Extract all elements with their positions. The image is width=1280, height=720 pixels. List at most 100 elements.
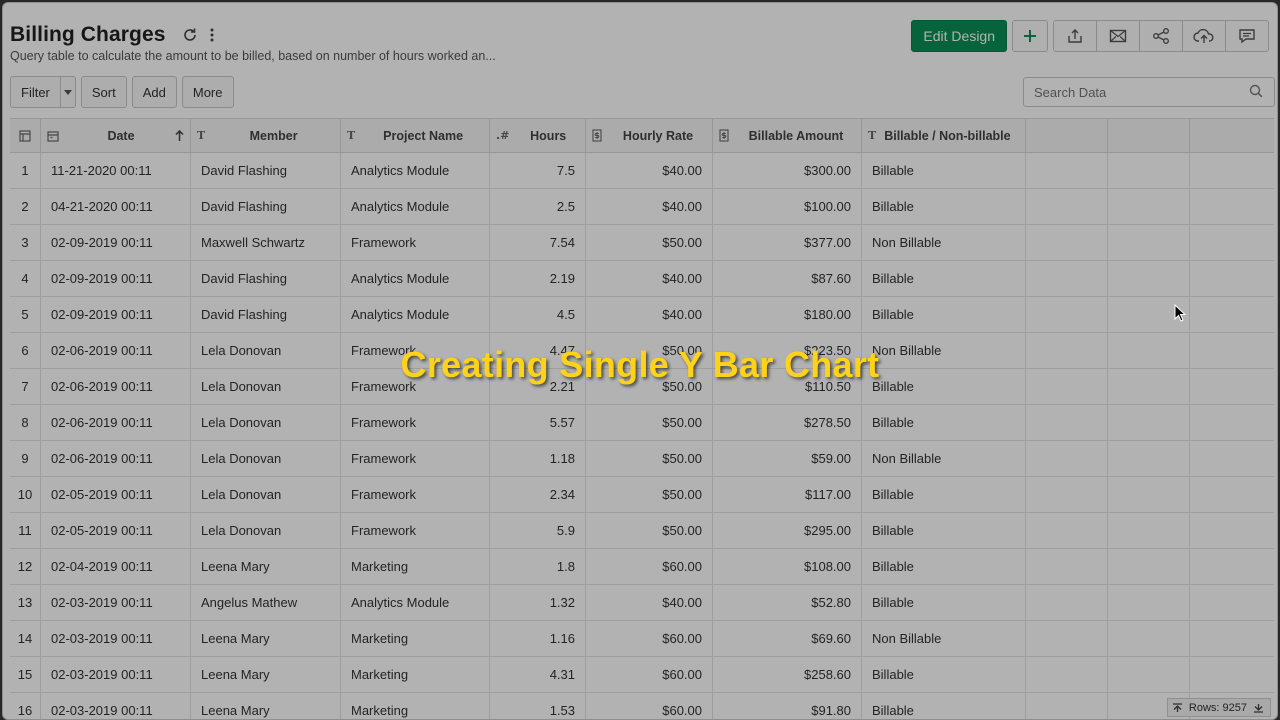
export-icon[interactable] (1053, 20, 1097, 52)
cell-billable-amount[interactable]: $69.60 (713, 621, 862, 656)
cloud-upload-icon[interactable] (1182, 20, 1226, 52)
cell-project-name[interactable]: Marketing (341, 657, 490, 692)
sort-button[interactable]: Sort (80, 76, 127, 108)
cell-hours[interactable]: 2.19 (490, 261, 586, 296)
cell-hours[interactable]: 1.18 (490, 441, 586, 476)
table-row[interactable]: 12 02-04-2019 00:11 Leena Mary Marketing 1.8… (10, 549, 1274, 585)
table-row[interactable]: 11 02-05-2019 00:11 Lela Donovan Framework 5… (10, 513, 1274, 549)
cell-hours[interactable]: 7.54 (490, 225, 586, 260)
cell-member[interactable]: David Flashing (191, 297, 341, 332)
table-row[interactable]: 3 02-09-2019 00:11 Maxwell Schwartz Framewo… (10, 225, 1274, 261)
cell-hours[interactable]: 1.8 (490, 549, 586, 584)
table-row[interactable]: 4 02-09-2019 00:11 David Flashing Analytics… (10, 261, 1274, 297)
cell-billable-status[interactable]: Non Billable (862, 441, 1026, 476)
column-header-billable-amount[interactable]: Billable Amount (713, 119, 862, 152)
sort-ascending-icon[interactable] (175, 129, 184, 142)
cell-member[interactable]: Leena Mary (191, 693, 341, 719)
cell-member[interactable]: David Flashing (191, 189, 341, 224)
cell-billable-amount[interactable]: $117.00 (713, 477, 862, 512)
cell-member[interactable]: Lela Donovan (191, 441, 341, 476)
refresh-icon[interactable] (180, 25, 200, 45)
cell-billable-amount[interactable]: $87.60 (713, 261, 862, 296)
cell-project-name[interactable]: Marketing (341, 621, 490, 656)
table-row[interactable]: 5 02-09-2019 00:11 David Flashing Analytics… (10, 297, 1274, 333)
row-number[interactable]: 8 (10, 405, 41, 440)
row-number[interactable]: 5 (10, 297, 41, 332)
cell-hourly-rate[interactable]: $60.00 (586, 621, 713, 656)
row-number[interactable]: 2 (10, 189, 41, 224)
cell-project-name[interactable]: Analytics Module (341, 189, 490, 224)
column-header-project-name[interactable]: T Project Name (341, 119, 490, 152)
row-number[interactable]: 11 (10, 513, 41, 548)
cell-billable-status[interactable]: Billable (862, 477, 1026, 512)
cell-date[interactable]: 02-03-2019 00:11 (41, 585, 191, 620)
cell-date[interactable]: 02-04-2019 00:11 (41, 549, 191, 584)
cell-billable-amount[interactable]: $278.50 (713, 405, 862, 440)
edit-design-button[interactable]: Edit Design (911, 20, 1007, 52)
cell-hours[interactable]: 4.5 (490, 297, 586, 332)
cell-hourly-rate[interactable]: $40.00 (586, 153, 713, 188)
cell-hourly-rate[interactable]: $50.00 (586, 477, 713, 512)
row-number[interactable]: 1 (10, 153, 41, 188)
cell-member[interactable]: Angelus Mathew (191, 585, 341, 620)
row-number[interactable]: 14 (10, 621, 41, 656)
email-icon[interactable] (1096, 20, 1140, 52)
cell-date[interactable]: 02-05-2019 00:11 (41, 477, 191, 512)
row-number[interactable]: 15 (10, 657, 41, 692)
cell-hours[interactable]: 2.5 (490, 189, 586, 224)
cell-date[interactable]: 02-05-2019 00:11 (41, 513, 191, 548)
column-header-member[interactable]: T Member (191, 119, 341, 152)
cell-project-name[interactable]: Analytics Module (341, 153, 490, 188)
cell-hours[interactable]: 2.34 (490, 477, 586, 512)
table-row[interactable]: 1 11-21-2020 00:11 David Flashing Analytics… (10, 153, 1274, 189)
cell-billable-amount[interactable]: $100.00 (713, 189, 862, 224)
cell-project-name[interactable]: Marketing (341, 549, 490, 584)
cell-hours[interactable]: 1.53 (490, 693, 586, 719)
cell-hourly-rate[interactable]: $50.00 (586, 513, 713, 548)
column-header-date[interactable]: Date (41, 119, 191, 152)
cell-project-name[interactable]: Analytics Module (341, 585, 490, 620)
column-header-billable-non-billable[interactable]: T Billable / Non-billable (862, 119, 1026, 152)
cell-hourly-rate[interactable]: $40.00 (586, 189, 713, 224)
cell-billable-amount[interactable]: $52.80 (713, 585, 862, 620)
cell-billable-status[interactable]: Billable (862, 153, 1026, 188)
cell-billable-status[interactable]: Billable (862, 657, 1026, 692)
cell-billable-amount[interactable]: $258.60 (713, 657, 862, 692)
cell-billable-amount[interactable]: $300.00 (713, 153, 862, 188)
table-row[interactable]: 13 02-03-2019 00:11 Angelus Mathew Analytic… (10, 585, 1274, 621)
cell-billable-status[interactable]: Billable (862, 297, 1026, 332)
row-number[interactable]: 13 (10, 585, 41, 620)
cell-hourly-rate[interactable]: $60.00 (586, 657, 713, 692)
cell-billable-status[interactable]: Non Billable (862, 225, 1026, 260)
cell-billable-amount[interactable]: $108.00 (713, 549, 862, 584)
cell-hours[interactable]: 7.5 (490, 153, 586, 188)
cell-billable-status[interactable]: Billable (862, 693, 1026, 719)
cell-project-name[interactable]: Framework (341, 441, 490, 476)
cell-billable-status[interactable]: Billable (862, 585, 1026, 620)
cell-billable-amount[interactable]: $91.80 (713, 693, 862, 719)
cell-date[interactable]: 02-06-2019 00:11 (41, 405, 191, 440)
cell-member[interactable]: Lela Donovan (191, 513, 341, 548)
table-row[interactable]: 9 02-06-2019 00:11 Lela Donovan Framework 1.… (10, 441, 1274, 477)
cell-hours[interactable]: 1.16 (490, 621, 586, 656)
cell-date[interactable]: 02-03-2019 00:11 (41, 657, 191, 692)
cell-member[interactable]: Lela Donovan (191, 477, 341, 512)
cell-date[interactable]: 02-03-2019 00:11 (41, 621, 191, 656)
more-button[interactable]: More (181, 76, 234, 108)
cell-date[interactable]: 02-09-2019 00:11 (41, 225, 191, 260)
cell-date[interactable]: 02-09-2019 00:11 (41, 297, 191, 332)
cell-billable-status[interactable]: Non Billable (862, 621, 1026, 656)
cell-billable-status[interactable]: Billable (862, 261, 1026, 296)
table-row[interactable]: 15 02-03-2019 00:11 Leena Mary Marketing 4.3… (10, 657, 1274, 693)
cell-member[interactable]: Leena Mary (191, 657, 341, 692)
cell-project-name[interactable]: Framework (341, 513, 490, 548)
row-number[interactable]: 12 (10, 549, 41, 584)
column-header-hourly-rate[interactable]: Hourly Rate (586, 119, 713, 152)
cell-hourly-rate[interactable]: $40.00 (586, 585, 713, 620)
scroll-bottom-icon[interactable] (1253, 703, 1264, 713)
table-row[interactable]: 16 02-03-2019 00:11 Leena Mary Marketing 1.5… (10, 693, 1274, 719)
cell-date[interactable]: 04-21-2020 00:11 (41, 189, 191, 224)
cell-hourly-rate[interactable]: $40.00 (586, 297, 713, 332)
cell-project-name[interactable]: Analytics Module (341, 297, 490, 332)
cell-project-name[interactable]: Framework (341, 477, 490, 512)
